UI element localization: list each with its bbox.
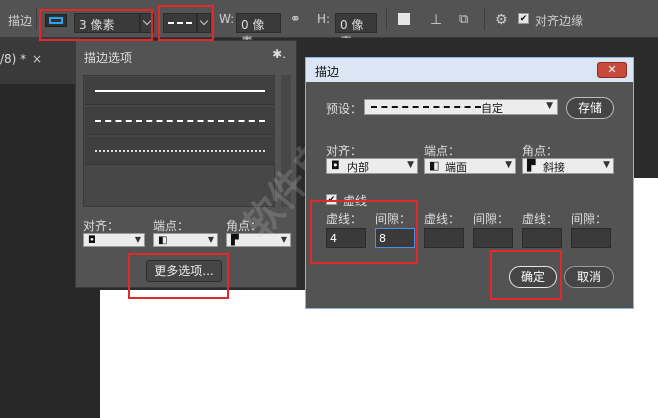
document-canvas[interactable] (100, 290, 658, 418)
ok-button[interactable]: 确定 (509, 266, 557, 288)
panel-settings-icon[interactable]: ✱. (272, 47, 286, 61)
gap-label: 间隙： (375, 212, 412, 226)
chevron-down-icon: ▼ (546, 101, 553, 111)
chevron-down-icon: ▼ (505, 160, 512, 170)
dashed-line-icon (95, 120, 265, 122)
more-options-button[interactable]: 更多选项... (146, 260, 222, 282)
gap-label: 间隙： (473, 212, 510, 226)
cancel-button[interactable]: 取消 (564, 266, 614, 288)
corner-select[interactable]: ▛ 斜接 ▼ (522, 158, 614, 174)
stroke-options-panel: 描边选项 ✱. 对齐： 端点： 角点： ◘ ▼ ◧ ▼ ▛ ▼ 更多选项... (75, 40, 297, 288)
align-edges-checkbox[interactable]: ✔ (518, 13, 529, 24)
dash-3-field[interactable] (522, 228, 562, 248)
path-operations-icon[interactable] (398, 13, 410, 25)
preset-select[interactable]: 自定 ▼ (364, 99, 558, 115)
stroke-style-solid[interactable] (85, 77, 275, 105)
align-select[interactable]: ◘ 内部 ▼ (326, 158, 418, 174)
cap-select[interactable]: ◧ 端面 ▼ (424, 158, 516, 174)
path-alignment-icon[interactable]: ⊥ (430, 12, 442, 28)
dash-preview-icon (168, 22, 192, 24)
dash-1-field[interactable]: 4 (326, 228, 366, 248)
align-inside-icon: ◘ (88, 235, 96, 246)
height-field[interactable]: 0 像素 (335, 13, 377, 49)
dialog-titlebar[interactable]: 描边 ✕ (306, 58, 633, 82)
divider (36, 8, 37, 30)
cap-select[interactable]: ◧ ▼ (153, 233, 218, 247)
stroke-swatch-icon (49, 17, 63, 24)
gap-label: 间隙： (571, 212, 608, 226)
divider (484, 8, 485, 30)
link-icon[interactable]: ⚭ (290, 12, 301, 27)
dash-label: 虚线： (424, 212, 461, 226)
gear-icon[interactable]: ⚙ (495, 12, 508, 28)
chevron-down-icon: ▼ (134, 235, 141, 244)
dash-label: 虚线： (326, 212, 363, 226)
align-label: 对齐： (83, 219, 120, 233)
path-arrangement-icon[interactable]: ⧉ (459, 12, 468, 27)
stroke-type-dropdown[interactable] (197, 13, 211, 33)
dotted-line-icon (95, 150, 265, 152)
corner-miter-icon: ▛ (231, 235, 239, 246)
dash-2-field[interactable] (424, 228, 464, 248)
document-tab-strip: /8) * × (0, 38, 80, 84)
cap-value: 端面 (445, 161, 467, 174)
align-value: 内部 (347, 161, 369, 174)
chevron-down-icon: ▼ (207, 235, 214, 244)
dashed-checkbox[interactable]: ✔ (326, 194, 337, 205)
align-edges-label: 对齐边缘 (535, 14, 584, 28)
options-bar: 描边 3 像素 W: 0 像素 ⚭ H: 0 像素 ⊥ ⧉ ⚙ ✔ 对齐边缘 (0, 0, 658, 49)
gap-2-field[interactable] (473, 228, 513, 248)
chevron-down-icon (142, 16, 152, 26)
align-label: 对齐： (326, 144, 363, 158)
dash-preview-icon (371, 106, 481, 108)
cap-butt-icon: ◧ (158, 235, 168, 246)
gap-1-field[interactable]: 8 (375, 228, 415, 248)
chevron-down-icon: ▼ (407, 160, 414, 170)
store-button[interactable]: 存储 (566, 97, 614, 119)
dashed-label: 虚线 (343, 194, 368, 208)
cap-label: 端点： (424, 144, 461, 158)
preset-value: 自定 (481, 102, 503, 115)
close-icon[interactable]: ✕ (597, 62, 627, 78)
width-field[interactable]: 0 像素 (236, 13, 281, 49)
cap-butt-icon: ◧ (429, 159, 440, 172)
stroke-width-dropdown[interactable] (140, 13, 154, 33)
height-label: H: (317, 12, 331, 26)
stroke-label: 描边 (8, 14, 33, 28)
corner-miter-icon: ▛ (527, 159, 536, 172)
panel-title: 描边选项 (84, 51, 133, 65)
corner-label: 角点： (522, 144, 559, 158)
preset-label: 预设： (326, 102, 363, 116)
chevron-down-icon: ▼ (603, 160, 610, 170)
chevron-down-icon: ▼ (280, 235, 287, 244)
cap-label: 端点： (153, 219, 190, 233)
stroke-width-field[interactable]: 3 像素 (74, 13, 140, 33)
stroke-style-list (83, 75, 275, 207)
stroke-type-select[interactable] (163, 13, 197, 33)
dialog-title: 描边 (315, 65, 340, 79)
stroke-style-dashed[interactable] (85, 107, 275, 135)
align-inside-icon: ◘ (331, 159, 340, 172)
close-tab-icon[interactable]: × (32, 52, 42, 66)
corner-value: 斜接 (543, 161, 565, 174)
align-select[interactable]: ◘ ▼ (83, 233, 145, 247)
corner-select[interactable]: ▛ ▼ (226, 233, 291, 247)
width-label: W: (219, 12, 235, 26)
stroke-style-dotted[interactable] (85, 137, 275, 165)
dash-label: 虚线： (522, 212, 559, 226)
chevron-down-icon (199, 16, 209, 26)
solid-line-icon (95, 90, 265, 92)
stroke-color-swatch[interactable] (45, 14, 67, 27)
divider (386, 8, 387, 30)
stroke-dialog: 描边 ✕ 预设： 自定 ▼ 存储 对齐： 端点： 角点： ◘ 内部 ▼ ◧ 端面… (305, 57, 634, 309)
list-scrollbar[interactable] (281, 75, 291, 207)
corner-label: 角点： (226, 219, 263, 233)
gap-3-field[interactable] (571, 228, 611, 248)
document-tab[interactable]: /8) * (0, 52, 26, 66)
